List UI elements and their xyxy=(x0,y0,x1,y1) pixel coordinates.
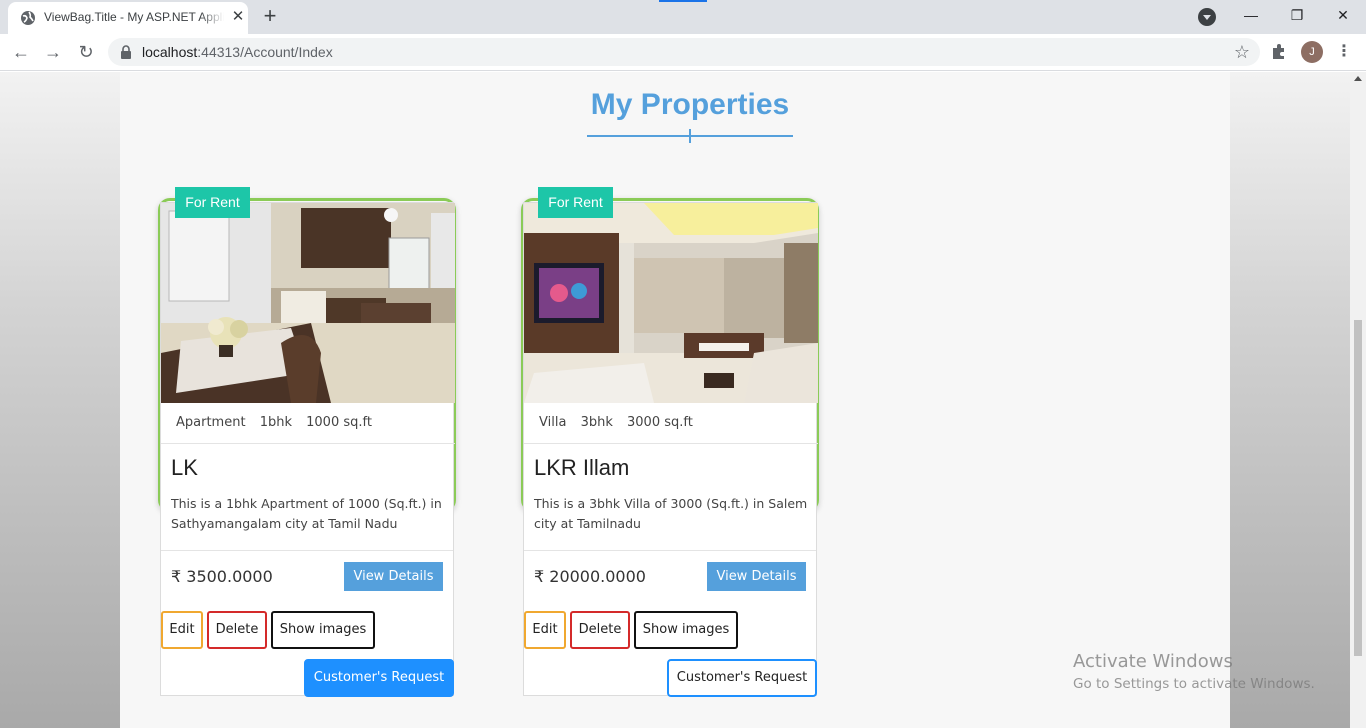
tab-strip-indicator xyxy=(659,0,707,2)
property-area: 3000 sq.ft xyxy=(627,415,693,430)
page-content: My Properties For Rent Apartment 1bhk 10… xyxy=(120,72,1230,728)
property-description: This is a 1bhk Apartment of 1000 (Sq.ft.… xyxy=(171,496,442,531)
watermark-title: Activate Windows xyxy=(1073,651,1233,672)
property-name: LK xyxy=(171,455,198,480)
browser-tab-active[interactable]: ViewBag.Title - My ASP.NET Application ✕ xyxy=(8,2,248,34)
reload-button[interactable]: ↻ xyxy=(74,41,98,65)
window-close-button[interactable]: ✕ xyxy=(1320,0,1366,32)
property-area: 1000 sq.ft xyxy=(306,415,372,430)
property-price: ₹ 20000.0000 xyxy=(534,567,646,586)
tab-title: ViewBag.Title - My ASP.NET Application xyxy=(44,10,224,24)
browser-tab-bar: ViewBag.Title - My ASP.NET Application ✕… xyxy=(0,0,1366,34)
property-card: For Rent xyxy=(158,187,460,697)
profile-avatar[interactable]: J xyxy=(1301,41,1323,63)
for-rent-badge: For Rent xyxy=(175,187,250,218)
customers-request-button[interactable]: Customer's Request xyxy=(667,659,817,697)
view-details-button[interactable]: View Details xyxy=(344,562,443,591)
tab-close-icon[interactable]: ✕ xyxy=(230,9,246,25)
page-viewport: My Properties For Rent Apartment 1bhk 10… xyxy=(0,72,1350,728)
url-host: localhost xyxy=(142,44,198,60)
card-divider xyxy=(524,550,816,551)
watermark-subtitle: Go to Settings to activate Windows. xyxy=(1073,676,1315,692)
edit-button[interactable]: Edit xyxy=(524,611,566,649)
property-type: Villa xyxy=(539,415,567,430)
view-details-button[interactable]: View Details xyxy=(707,562,806,591)
card-body: Apartment 1bhk 1000 sq.ft LK This is a 1… xyxy=(160,202,455,697)
property-bhk: 3bhk xyxy=(580,415,613,430)
new-tab-button[interactable]: + xyxy=(259,5,281,28)
edit-button[interactable]: Edit xyxy=(161,611,203,649)
browser-menu-icon[interactable]: ⋮ xyxy=(1336,42,1352,62)
url-path: :44313/Account/Index xyxy=(197,44,333,60)
property-photo-kitchen xyxy=(161,203,455,403)
show-images-button[interactable]: Show images xyxy=(271,611,375,649)
property-card: For Rent xyxy=(521,187,823,697)
address-bar[interactable]: localhost:44313/Account/Index ☆ xyxy=(108,38,1260,66)
property-price: ₹ 3500.0000 xyxy=(171,567,273,586)
property-name: LKR Illam xyxy=(534,455,630,480)
back-button[interactable]: ← xyxy=(9,41,33,65)
globe-icon xyxy=(21,11,35,25)
title-underline-tick xyxy=(689,129,691,143)
property-description: This is a 3bhk Villa of 3000 (Sq.ft.) in… xyxy=(534,496,808,531)
delete-button[interactable]: Delete xyxy=(207,611,267,649)
extensions-puzzle-icon[interactable] xyxy=(1270,43,1288,61)
page-title: My Properties xyxy=(590,88,790,121)
customers-request-button[interactable]: Customer's Request xyxy=(304,659,454,697)
scrollbar-thumb[interactable] xyxy=(1354,320,1362,656)
bookmark-star-icon[interactable]: ☆ xyxy=(1234,41,1250,63)
property-type: Apartment xyxy=(176,415,246,430)
scroll-up-arrow-icon[interactable] xyxy=(1354,76,1362,81)
url-text[interactable]: localhost:44313/Account/Index xyxy=(142,44,333,60)
window-minimize-button[interactable]: — xyxy=(1228,0,1274,32)
tab-search-icon[interactable] xyxy=(1198,8,1216,26)
property-bhk: 1bhk xyxy=(259,415,292,430)
property-photo-living-room xyxy=(524,203,818,403)
browser-toolbar: ← → ↻ localhost:44313/Account/Index ☆ J … xyxy=(0,34,1366,71)
card-divider xyxy=(161,550,453,551)
show-images-button[interactable]: Show images xyxy=(634,611,738,649)
activate-windows-watermark: Activate Windows Go to Settings to activ… xyxy=(1073,651,1315,695)
vertical-scrollbar[interactable] xyxy=(1350,72,1366,728)
lock-icon[interactable] xyxy=(120,45,132,59)
for-rent-badge: For Rent xyxy=(538,187,613,218)
property-meta: Villa 3bhk 3000 sq.ft xyxy=(524,403,818,444)
forward-button[interactable]: → xyxy=(41,41,65,65)
card-body: Villa 3bhk 3000 sq.ft LKR Illam This is … xyxy=(523,202,818,697)
property-meta: Apartment 1bhk 1000 sq.ft xyxy=(161,403,455,444)
delete-button[interactable]: Delete xyxy=(570,611,630,649)
window-restore-button[interactable]: ❐ xyxy=(1274,0,1320,32)
